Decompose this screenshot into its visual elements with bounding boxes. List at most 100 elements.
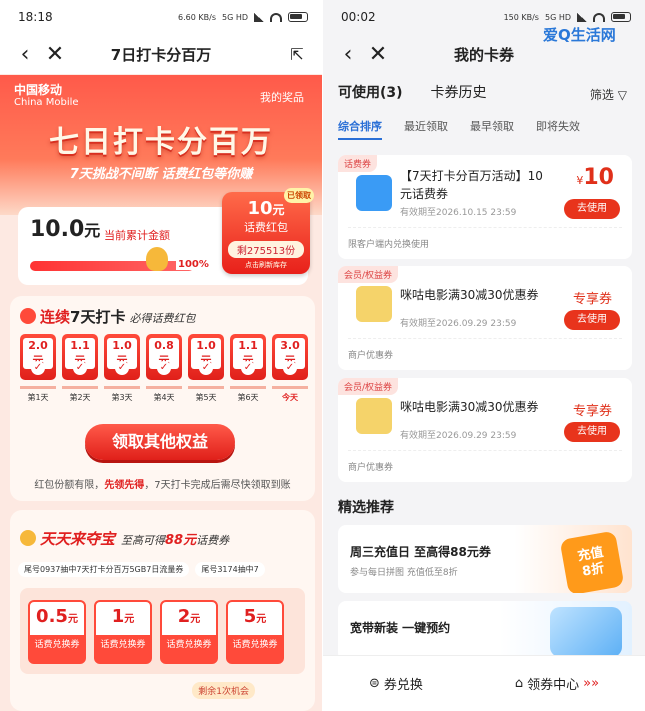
back-icon[interactable]: ‹ [333,39,363,69]
checkin-day: 0.8元✓第4天 [146,334,182,403]
network-speed: 150 KB/s [503,12,539,22]
coupon-center-button[interactable]: ⌂ 领券中心»» [515,674,599,693]
coupon-expiry: 有效期至2026.09.29 23:59 [400,319,517,329]
status-time: 18:18 [18,10,53,24]
coupon-title: 咪咕电影满30减30优惠券 [400,400,539,414]
coupon-value: ¥10 [576,165,614,190]
check-icon: ✓ [115,361,129,375]
status-bar: 18:18 6.60 KB/s 5G HD [0,0,322,34]
promo-title: 周三充值日 至高得88元券 [350,545,491,559]
use-coupon-button[interactable]: 去使用 [564,199,620,219]
filter-icon: ▽ [617,88,627,102]
exchange-icon: ⊜ [368,676,380,691]
check-icon: ✓ [199,361,213,375]
back-icon[interactable]: ‹ [10,39,40,69]
checkin-day: 1.1元✓第6天 [230,334,266,403]
promo-card[interactable]: 周三充值日 至高得88元券 参与每日拼图 充值低至8折 充值 8折 [338,525,632,593]
red-packet-remaining: 剩275513份 [228,241,304,258]
signal-icon [577,12,587,22]
sort-earliest[interactable]: 最早领取 [470,118,514,134]
coupon-type-tag: 会员/权益券 [338,378,399,395]
use-coupon-button[interactable]: 去使用 [564,422,620,442]
coupon-card: 话费券 【7天打卡分百万活动】10元话费券 有效期至2026.10.15 23:… [338,155,632,259]
hero-title: 七日打卡分百万 [49,125,273,160]
coupon-card: 会员/权益券 咪咕电影满30减30优惠券 有效期至2026.09.29 23:5… [338,378,632,482]
mascot-icon [146,247,168,271]
coupon-title: 【7天打卡分百万活动】10元话费券 [400,169,543,201]
coupon-type-tag: 会员/权益券 [338,266,399,283]
my-prizes-link[interactable]: 我的奖品 [260,89,304,105]
recharge-discount-badge: 充值 8折 [559,530,625,593]
refresh-stock-link[interactable]: 点击刷新库存 [222,260,310,270]
promo-subtitle: 参与每日拼图 充值低至8折 [350,568,458,578]
check-icon: ✓ [283,361,297,375]
check-icon: ✓ [31,361,45,375]
battery-icon [611,12,631,22]
nav-bar: ‹ ✕ 7日打卡分百万 ⇱ [0,34,322,74]
coupon-footer: 限客户端内兑换使用 [348,240,430,250]
claim-other-benefits-button[interactable]: 领取其他权益 [85,424,235,460]
close-icon[interactable]: ✕ [40,39,70,69]
sort-recent[interactable]: 最近领取 [404,118,448,134]
close-icon[interactable]: ✕ [363,39,393,69]
progress-bar [30,261,194,271]
checkin-activity-screen: 18:18 6.60 KB/s 5G HD ‹ ✕ 7日打卡分百万 ⇱ 中国移动… [0,0,322,711]
wifi-icon [593,12,605,22]
coupon-image [356,175,392,211]
use-coupon-button[interactable]: 去使用 [564,310,620,330]
broadband-wifi-icon [550,607,622,657]
coupon-exchange-button[interactable]: ⊜ 券兑换 [369,674,423,693]
recommend-title: 精选推荐 [338,500,394,516]
sort-options: 综合排序 最近领取 最早领取 即将失效 [338,118,580,134]
coupon-expiry: 有效期至2026.10.15 23:59 [400,208,517,218]
check-icon: ✓ [157,361,171,375]
share-icon[interactable]: ⇱ [282,39,312,69]
red-packet-amount: 10 [247,198,273,219]
battery-icon [288,12,308,22]
coupon-expiry: 有效期至2026.09.29 23:59 [400,431,517,441]
winner-ticker: 尾号0937抽中7天打卡分百万5GB7日流量券 尾号3174抽中7 [18,562,315,577]
treasure-icon [20,530,36,546]
watermark-logo: 爱Q生活网 [543,26,616,44]
treasure-section: 天天来夺宝 至高可得88元话费券 尾号0937抽中7天打卡分百万5GB7日流量券尾… [10,510,315,711]
tab-history[interactable]: 卡券历史 [431,82,487,102]
coupon-center-icon: ⌂ [514,676,524,691]
checkin-day: 1.1元✓第2天 [62,334,98,403]
prize-coupon[interactable]: 2元 话费兑换券 [160,600,218,664]
sort-indicator [338,138,382,140]
china-mobile-logo: 中国移动 China Mobile [14,83,79,108]
coupon-footer: 商户优惠券 [348,351,394,361]
checkin-icon [20,308,36,324]
wifi-icon [270,12,282,22]
prize-coupon[interactable]: 5元 话费兑换券 [226,600,284,664]
network-type: 5G HD [221,12,248,22]
filter-button[interactable]: 筛选 ▽ [590,86,627,103]
double-chevron-icon: »» [583,676,600,691]
claimed-badge: 已领取 [284,188,314,203]
sort-expiring[interactable]: 即将失效 [536,118,580,134]
bottom-bar: ⊜ 券兑换 ⌂ 领券中心»» [323,655,645,711]
accumulated-label: 当前累计金额 [104,229,170,242]
coupon-title: 咪咕电影满30减30优惠券 [400,288,539,302]
red-packet-card[interactable]: 已领取 10元 话费红包 剩275513份 点击刷新库存 [222,188,314,274]
checkin-note: 红包份额有限，先领先得，7天打卡完成后需尽快领取到账 [34,480,291,491]
prize-coupon[interactable]: 1元 话费兑换券 [94,600,152,664]
coupon-tabs: 可使用(3) 卡券历史 [338,82,487,102]
check-icon: ✓ [241,361,255,375]
promo-card[interactable]: 宽带新装 一键预约 [338,601,632,661]
coupon-card: 会员/权益券 咪咕电影满30减30优惠券 有效期至2026.09.29 23:5… [338,266,632,370]
hero-subtitle: 7天挑战不间断 话费红包等你赚 [69,167,253,182]
coupon-image [356,286,392,322]
checkin-days: 2.0元✓第1天 1.1元✓第2天 1.0元✓第3天 0.8元✓第4天 1.0元… [20,334,310,403]
promo-title: 宽带新装 一键预约 [350,621,451,635]
coupon-value: 专享券 [572,404,612,419]
tab-available[interactable]: 可使用(3) [338,82,403,102]
red-packet-label: 话费红包 [244,221,288,234]
checkin-day: 2.0元✓第1天 [20,334,56,403]
prize-coupon[interactable]: 0.5元 话费兑换券 [28,600,86,664]
sort-default[interactable]: 综合排序 [338,118,382,134]
remaining-chances-badge: 剩余1次机会 [192,682,255,699]
signal-icon [254,12,264,22]
checkin-day: 1.0元✓第5天 [188,334,224,403]
prize-coupon-list: 0.5元 话费兑换券 1元 话费兑换券 2元 话费兑换券 5元 话费兑换券 [20,588,305,674]
